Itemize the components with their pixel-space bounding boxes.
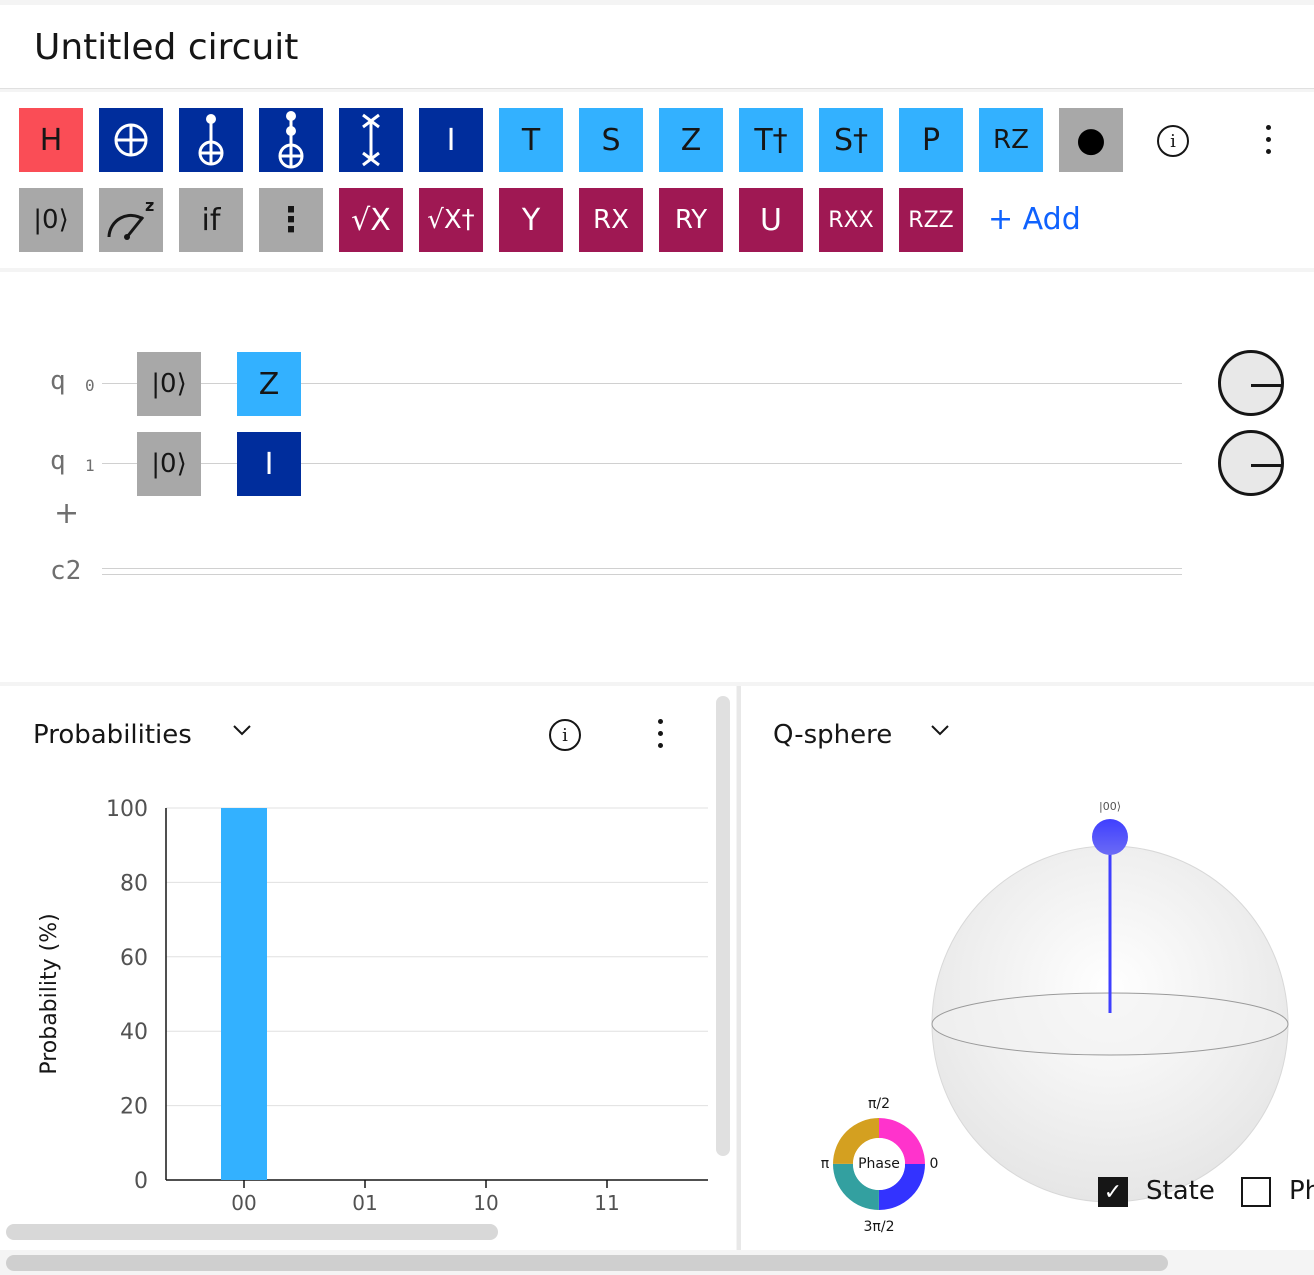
circuit-z-gate[interactable]: Z bbox=[237, 352, 301, 416]
gate-reset[interactable]: |0⟩ bbox=[19, 188, 83, 252]
x-tick-label: 01 bbox=[352, 1191, 377, 1215]
gate-toffoli[interactable] bbox=[259, 108, 323, 172]
qubit-index: 0 bbox=[85, 376, 95, 395]
gate-barrier[interactable]: ⋮ bbox=[259, 188, 323, 252]
svg-text:z: z bbox=[145, 196, 154, 215]
measure-icon[interactable] bbox=[1218, 350, 1284, 416]
chevron-down-icon[interactable] bbox=[928, 718, 952, 748]
gate-cnot[interactable] bbox=[179, 108, 243, 172]
circuit-reset-gate[interactable]: |0⟩ bbox=[137, 352, 201, 416]
state-label: |00⟩ bbox=[1099, 800, 1121, 813]
y-tick-label: 20 bbox=[120, 1095, 148, 1120]
add-qubit-button[interactable]: + bbox=[54, 496, 79, 531]
overflow-menu-icon[interactable] bbox=[1266, 125, 1272, 159]
probability-chart: 0 20 40 60 80 100 Probability (%) 00 01 10 11 bbox=[37, 797, 708, 1215]
gate-i[interactable]: I bbox=[419, 108, 483, 172]
circuit-canvas[interactable]: q 0 |0⟩ Z q 1 |0⟩ I + c2 bbox=[0, 272, 1314, 682]
classical-wire bbox=[102, 574, 1182, 575]
phase-checkbox-label: Ph bbox=[1289, 1176, 1314, 1206]
xor-icon bbox=[114, 123, 148, 157]
cnot-icon bbox=[198, 114, 224, 166]
state-checkbox-label: State bbox=[1146, 1176, 1215, 1206]
probabilities-panel: Probabilities i 0 20 40 60 80 100 Probability … bbox=[0, 686, 736, 1250]
gate-swap[interactable] bbox=[339, 108, 403, 172]
gate-rxx[interactable]: RXX bbox=[819, 188, 883, 252]
panel-title: Q-sphere bbox=[773, 720, 893, 750]
gate-sdg[interactable]: S† bbox=[819, 108, 883, 172]
y-tick-label: 40 bbox=[120, 1020, 148, 1045]
gate-ry[interactable]: RY bbox=[659, 188, 723, 252]
gate-control[interactable]: ● bbox=[1059, 108, 1123, 172]
panel-title: Probabilities bbox=[33, 720, 192, 750]
gate-if[interactable]: if bbox=[179, 188, 243, 252]
circuit-title[interactable]: Untitled circuit bbox=[34, 27, 298, 68]
gate-z[interactable]: Z bbox=[659, 108, 723, 172]
phase-wheel: Phase π/2 π 0 3π/2 bbox=[821, 1096, 939, 1235]
gate-rx[interactable]: RX bbox=[579, 188, 643, 252]
panel-divider[interactable] bbox=[737, 686, 741, 1250]
horizontal-scrollbar[interactable] bbox=[6, 1224, 498, 1240]
y-axis-label: Probability (%) bbox=[37, 913, 62, 1074]
circuit-i-gate[interactable]: I bbox=[237, 432, 301, 496]
phase-left-label: π bbox=[821, 1156, 830, 1172]
gate-sx[interactable]: √X bbox=[339, 188, 403, 252]
circuit-reset-gate[interactable]: |0⟩ bbox=[137, 432, 201, 496]
gate-measure[interactable]: z bbox=[99, 188, 163, 252]
gate-t[interactable]: T bbox=[499, 108, 563, 172]
toffoli-icon bbox=[278, 111, 304, 169]
phase-checkbox[interactable] bbox=[1241, 1177, 1271, 1207]
x-tick-label: 11 bbox=[594, 1191, 619, 1215]
add-gate-button[interactable]: + Add bbox=[988, 202, 1081, 237]
info-icon[interactable]: i bbox=[1157, 125, 1189, 157]
y-tick-label: 60 bbox=[120, 946, 148, 971]
phase-top-label: π/2 bbox=[868, 1096, 890, 1112]
x-tick-label: 00 bbox=[231, 1191, 256, 1215]
title-bar: Untitled circuit bbox=[0, 5, 1314, 89]
gate-h[interactable]: H bbox=[19, 108, 83, 172]
gate-sxdg[interactable]: √X† bbox=[419, 188, 483, 252]
gate-u[interactable]: U bbox=[739, 188, 803, 252]
swap-icon bbox=[362, 113, 380, 167]
x-tick-label: 10 bbox=[473, 1191, 498, 1215]
measure-icon: z bbox=[107, 196, 154, 240]
gate-p[interactable]: P bbox=[899, 108, 963, 172]
overflow-menu-icon[interactable] bbox=[658, 719, 664, 753]
gate-rzz[interactable]: RZZ bbox=[899, 188, 963, 252]
y-tick-label: 100 bbox=[106, 797, 148, 822]
state-point bbox=[1092, 819, 1128, 855]
phase-right-label: 0 bbox=[930, 1156, 939, 1172]
state-checkbox[interactable]: ✓ bbox=[1098, 1177, 1128, 1207]
y-tick-label: 80 bbox=[120, 871, 148, 896]
qubit-label[interactable]: q bbox=[50, 446, 66, 476]
page-horizontal-scrollbar[interactable] bbox=[6, 1255, 1168, 1271]
classical-wire bbox=[102, 568, 1182, 569]
gate-not[interactable] bbox=[99, 108, 163, 172]
measure-icon[interactable] bbox=[1218, 430, 1284, 496]
vertical-scrollbar[interactable] bbox=[716, 696, 730, 1156]
chevron-down-icon[interactable] bbox=[230, 718, 254, 748]
gate-palette: H I T S Z T† S† P RZ ● i |0⟩ z if ⋮ √X √… bbox=[0, 92, 1314, 268]
gate-rz[interactable]: RZ bbox=[979, 108, 1043, 172]
bar bbox=[221, 808, 267, 1180]
y-tick-label: 0 bbox=[134, 1169, 148, 1194]
info-icon[interactable]: i bbox=[549, 719, 581, 751]
qubit-index: 1 bbox=[85, 456, 95, 475]
phase-bottom-label: 3π/2 bbox=[864, 1219, 895, 1235]
gate-y[interactable]: Y bbox=[499, 188, 563, 252]
qsphere-panel: Q-sphere |00⟩ Phase π/2 π 0 3π/2 ✓ State… bbox=[741, 686, 1314, 1250]
phase-center-label: Phase bbox=[858, 1156, 900, 1172]
gate-s[interactable]: S bbox=[579, 108, 643, 172]
classical-register-label[interactable]: c2 bbox=[50, 556, 81, 586]
gate-tdg[interactable]: T† bbox=[739, 108, 803, 172]
qubit-label[interactable]: q bbox=[50, 366, 66, 396]
